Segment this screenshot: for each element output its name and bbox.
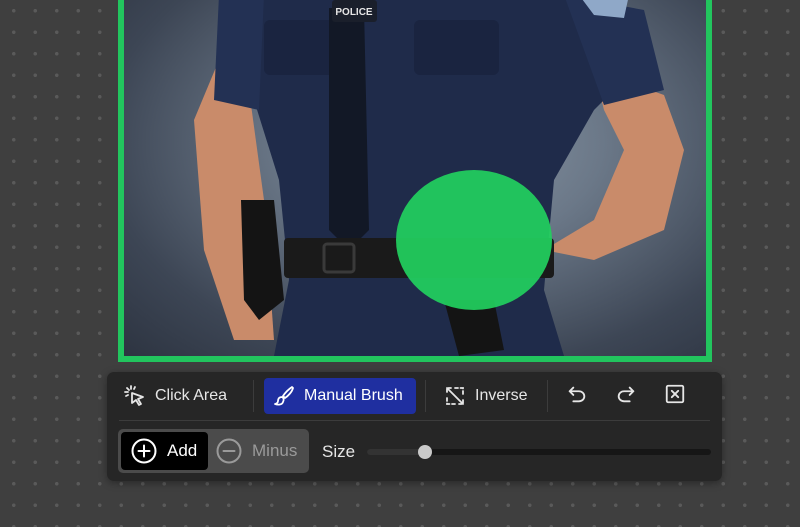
redo-button[interactable] (614, 384, 638, 408)
clear-icon (664, 383, 686, 410)
image-canvas[interactable]: POLICE (118, 0, 712, 362)
holster (241, 200, 284, 320)
toolbar-top-row: Click Area Manual Brush Inverse (107, 372, 722, 420)
size-slider-thumb[interactable] (418, 445, 433, 459)
size-slider[interactable] (367, 445, 711, 459)
brush-mode-toggle: Add Minus (118, 429, 309, 473)
divider (547, 380, 548, 412)
inverse-selection-icon (443, 384, 467, 408)
plus-circle-icon (131, 438, 157, 464)
click-area-label: Click Area (155, 387, 228, 404)
manual-brush-label: Manual Brush (304, 387, 403, 404)
add-label: Add (167, 441, 198, 460)
row-divider (119, 420, 710, 421)
right-pocket (414, 20, 499, 75)
minus-circle-icon (216, 438, 242, 464)
redo-icon (615, 383, 637, 410)
brush-icon (272, 384, 296, 408)
mask-toolbar: Click Area Manual Brush Inverse Add Minu… (107, 372, 722, 481)
brush-mask (396, 170, 552, 310)
minus-label: Minus (252, 441, 298, 460)
minus-button[interactable]: Minus (216, 432, 308, 470)
undo-icon (566, 383, 588, 410)
add-button[interactable]: Add (121, 432, 208, 470)
size-slider-fill (367, 449, 426, 455)
inverse-label: Inverse (475, 387, 528, 404)
size-label: Size (322, 442, 356, 461)
cursor-click-icon (123, 384, 147, 408)
inverse-button[interactable]: Inverse (443, 378, 543, 414)
tie (329, 8, 369, 250)
manual-brush-button[interactable]: Manual Brush (264, 378, 416, 414)
badge-text: POLICE (335, 7, 373, 18)
photo: POLICE (124, 0, 706, 356)
clear-button[interactable] (663, 384, 687, 408)
divider (253, 380, 254, 412)
divider (425, 380, 426, 412)
undo-button[interactable] (565, 384, 589, 408)
click-area-button[interactable]: Click Area (123, 378, 243, 414)
officer-illustration: POLICE (194, 0, 684, 356)
left-sleeve (214, 0, 264, 110)
